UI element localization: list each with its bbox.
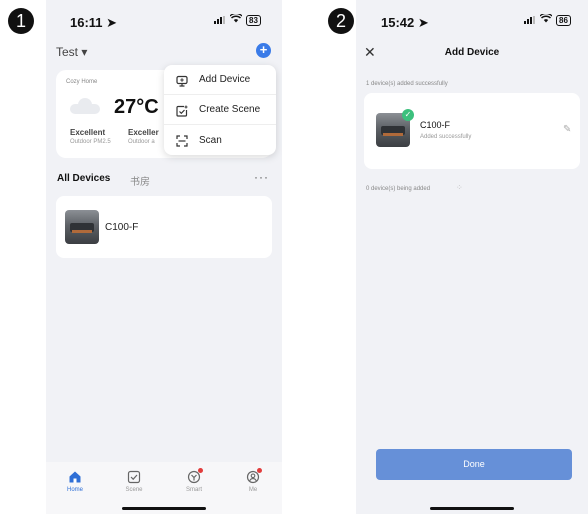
menu-item-label: Create Scene	[199, 104, 261, 115]
menu-item-label: Scan	[199, 134, 222, 146]
device-name: C100-F	[105, 222, 139, 233]
status-time: 15:42 ➤	[381, 15, 429, 30]
nav-scene[interactable]: Scene	[114, 470, 154, 493]
status-icons: 86	[524, 12, 571, 26]
menu-item-create-scene[interactable]: Create Scene	[164, 95, 276, 125]
added-device-card[interactable]: ✓ C100-F Added successfully ✎	[364, 93, 580, 169]
device-card[interactable]: C100-F	[56, 196, 272, 258]
smart-icon	[187, 468, 203, 484]
battery-icon: 86	[556, 14, 571, 26]
air-quality-sub: Outdoor PM2.5	[70, 139, 111, 145]
location-arrow-icon: ➤	[417, 15, 429, 30]
status-icons: 83	[214, 12, 261, 26]
weather-location: Cozy Home	[66, 79, 98, 85]
tab-room[interactable]: 书房	[130, 173, 150, 188]
nav-smart[interactable]: Smart	[174, 468, 214, 493]
loading-spinner-icon: ⁘	[456, 183, 463, 192]
air-quality-sub-2: Outdoor a	[128, 139, 155, 145]
nav-me[interactable]: Me	[233, 468, 273, 493]
tab-all-devices[interactable]: All Devices	[57, 173, 110, 184]
adding-count-text: 0 device(s) being added	[366, 186, 431, 192]
step-number-2: 2	[328, 8, 354, 34]
cellular-signal-icon	[524, 16, 536, 24]
step-number-1: 1	[8, 8, 34, 34]
home-indicator	[430, 507, 514, 510]
device-status: Added successfully	[420, 134, 472, 140]
wifi-icon	[539, 12, 553, 26]
menu-item-add-device[interactable]: Add Device	[164, 65, 276, 95]
more-options-icon[interactable]: ···	[254, 170, 269, 184]
nav-label: Scene	[125, 487, 143, 493]
check-icon: ✓	[402, 109, 414, 121]
status-bar: 15:42 ➤ 86	[356, 0, 588, 44]
add-menu-popup: Add Device Create Scene Scan	[164, 65, 276, 155]
nav-label: Home	[66, 487, 83, 493]
add-plus-button[interactable]: +	[256, 43, 271, 58]
scene-icon	[127, 470, 141, 484]
air-quality-label: Excellent	[70, 128, 106, 137]
device-thumbnail	[65, 210, 99, 244]
screenshot-page: 1 2 16:11 ➤ 83 Test ▾ + Cozy Home 27°C E…	[0, 0, 588, 514]
nav-home[interactable]: Home	[55, 470, 95, 493]
air-quality-label-2: Exceller	[128, 128, 159, 137]
weather-temperature: 27°C	[114, 96, 159, 118]
status-bar: 16:11 ➤ 83	[46, 0, 282, 44]
notification-dot	[257, 468, 262, 473]
edit-pencil-icon[interactable]: ✎	[563, 124, 571, 135]
create-scene-icon	[176, 104, 188, 117]
menu-item-scan[interactable]: Scan	[164, 125, 276, 155]
menu-item-label: Add Device	[199, 74, 251, 85]
wifi-icon	[229, 12, 243, 26]
added-count-text: 1 device(s) added successfully	[366, 81, 448, 87]
device-name: C100-F	[420, 120, 451, 130]
bottom-nav-bar: Home Scene Smart Me	[46, 462, 282, 514]
page-title: Add Device	[444, 47, 500, 58]
phone-home-screen: 16:11 ➤ 83 Test ▾ + Cozy Home 27°C Excel…	[46, 0, 282, 514]
status-time: 16:11 ➤	[70, 15, 118, 30]
scan-icon	[176, 134, 188, 147]
battery-icon: 83	[246, 14, 261, 26]
location-arrow-icon: ➤	[106, 15, 118, 30]
done-button[interactable]: Done	[376, 449, 572, 480]
me-icon	[246, 468, 262, 484]
home-icon	[68, 470, 82, 484]
nav-label: Smart	[185, 487, 202, 493]
home-indicator	[122, 507, 206, 510]
notification-dot	[198, 468, 203, 473]
nav-label: Me	[248, 487, 258, 493]
cellular-signal-icon	[214, 16, 226, 24]
phone-add-device-screen: 15:42 ➤ 86 ✕ Add Device 1 device(s) adde…	[356, 0, 588, 514]
home-selector[interactable]: Test ▾	[56, 45, 87, 59]
add-device-icon	[176, 74, 188, 87]
cloud-icon	[70, 98, 100, 114]
